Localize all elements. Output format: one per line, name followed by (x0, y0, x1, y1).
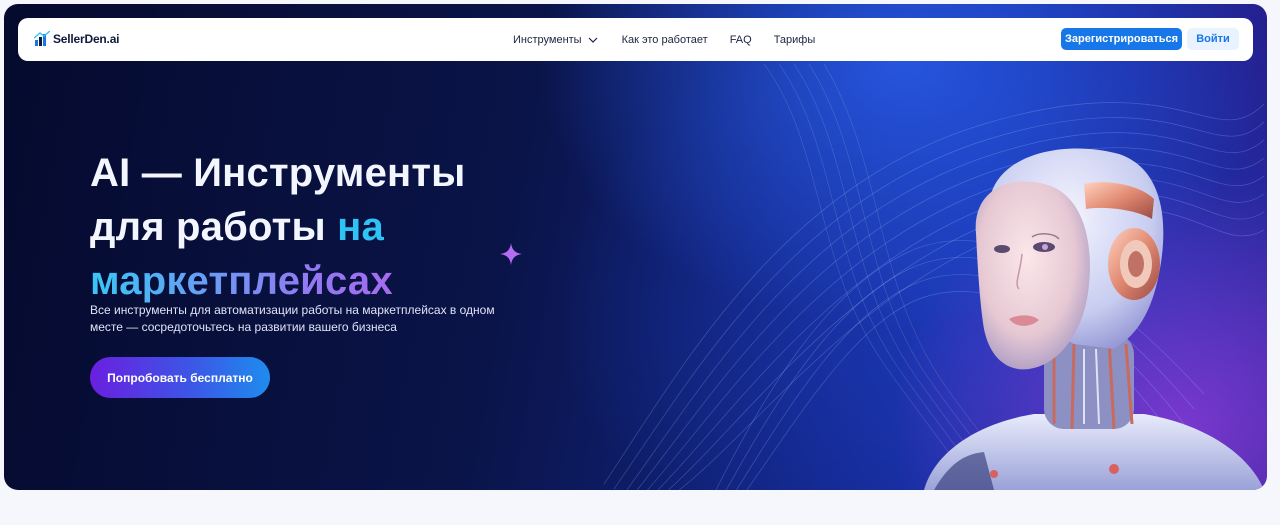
menu-item-pricing[interactable]: Тарифы (774, 34, 816, 46)
main-menu: Инструменты Как это работает FAQ Тарифы (513, 18, 815, 61)
login-button[interactable]: Войти (1187, 28, 1239, 50)
try-free-button[interactable]: Попробовать бесплатно (90, 357, 270, 398)
register-button[interactable]: Зарегистрироваться (1061, 28, 1182, 50)
headline-line-1: AI — Инструменты (90, 151, 466, 195)
headline-line-3: маркетплейсах (90, 254, 550, 308)
sparkle-icon (500, 243, 522, 265)
hero-subtitle: Все инструменты для автоматизации работы… (90, 303, 495, 334)
headline-line-2: для работы на (90, 200, 550, 254)
top-navbar: SellerDen.ai Инструменты Как это работае… (18, 18, 1253, 61)
ai-robot-illustration (924, 148, 1264, 490)
hero-headline: AI — Инструменты для работы на маркетпле… (90, 146, 550, 308)
menu-item-tools[interactable]: Инструменты (513, 34, 598, 46)
hero-section: AI — Инструменты для работы на маркетпле… (4, 4, 1267, 490)
headline-line-2-white: для работы (90, 205, 338, 249)
headline-line-2-accent: на (337, 205, 384, 249)
logo[interactable]: SellerDen.ai (34, 31, 120, 46)
ai-logo-icon (34, 31, 50, 46)
chevron-down-icon (588, 37, 598, 43)
menu-item-tools-label: Инструменты (513, 33, 582, 46)
logo-text: SellerDen.ai (53, 31, 120, 46)
menu-item-how-it-works[interactable]: Как это работает (622, 34, 708, 46)
menu-item-faq[interactable]: FAQ (730, 34, 752, 46)
